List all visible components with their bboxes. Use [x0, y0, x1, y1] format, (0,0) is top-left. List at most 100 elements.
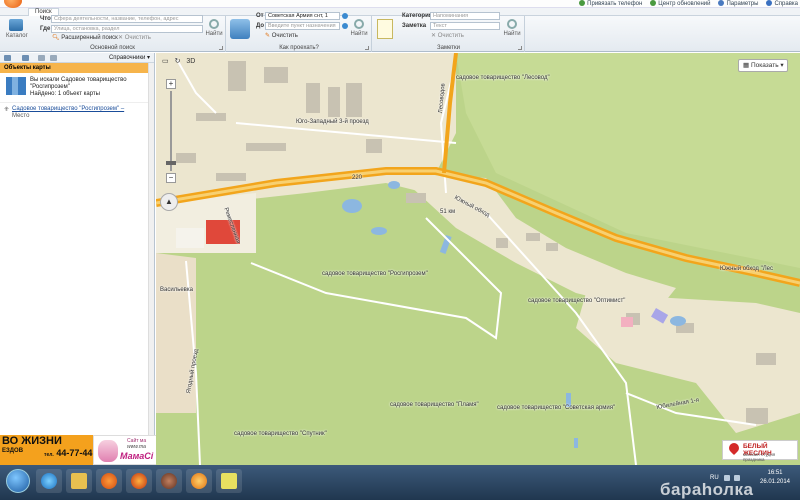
note-label: Заметка	[402, 23, 427, 29]
map-view[interactable]: ▭ ↻ 3D + − ▲ ▦ Показать ▾ садовое товари…	[156, 53, 800, 465]
magnifier-icon: 🔍︎	[52, 35, 60, 41]
map-mode-toolbar: ▭ ↻ 3D	[162, 57, 195, 69]
references-dropdown[interactable]: Справочники ▾	[109, 54, 150, 61]
route-icon[interactable]	[230, 19, 250, 39]
taskbar-app-other[interactable]	[216, 469, 242, 493]
ad-left-line: ЕЗДОВ	[2, 448, 24, 454]
taskbar-app-photo[interactable]	[156, 469, 182, 493]
label-yugo-zapadny: Юго-Западный 3-й проезд	[296, 119, 369, 125]
update-icon	[650, 0, 657, 6]
what-input[interactable]: Сфера деятельности, название, телефон, а…	[51, 15, 203, 23]
where-input[interactable]: Улица, остановка, раздел	[51, 25, 203, 33]
phone-icon	[579, 0, 586, 6]
ad-child-image	[98, 440, 118, 462]
where-label: Где	[40, 26, 51, 32]
zoom-slider-knob[interactable]	[166, 161, 176, 165]
list-item-title[interactable]: Садовое товарищество "Росгипрозем" –	[12, 106, 150, 113]
show-layers-button[interactable]: ▦ Показать ▾	[738, 59, 788, 72]
group-main-search: Каталог Что Сфера деятельности, название…	[0, 15, 226, 52]
clock[interactable]: 16:51 26.01.2014	[752, 469, 798, 487]
notes-icon	[221, 473, 237, 489]
gear-icon	[718, 0, 725, 6]
to-pin-icon[interactable]	[342, 23, 348, 29]
label-optimist: садовое товарищество "Оптимист"	[528, 298, 626, 304]
clock-date: 26.01.2014	[759, 479, 791, 485]
start-button[interactable]	[6, 469, 30, 493]
label-sputnik: садовое товарищество "Спутник"	[234, 431, 327, 437]
clear-route-button[interactable]: ✎ Очистить	[265, 32, 298, 39]
to-label: До	[256, 23, 265, 29]
from-pin-icon[interactable]	[342, 13, 348, 19]
find-search-button[interactable]: Найти	[204, 19, 224, 37]
group-title-route: Как проехать?	[279, 45, 319, 51]
ad-banner-row: ВО ЖИЗНИ ЕЗДОВ тел. 44-77-44 Сайт ма www…	[0, 435, 160, 465]
zoom-in-button[interactable]: +	[166, 79, 176, 89]
back-icon[interactable]	[4, 55, 11, 61]
3d-toggle[interactable]: 3D	[186, 58, 195, 65]
taskbar-app-2gis[interactable]	[186, 469, 212, 493]
left-panel-scrollbar[interactable]	[148, 63, 154, 435]
label-51km: 51 км	[440, 209, 456, 215]
taskbar-app-ie[interactable]	[36, 469, 62, 493]
app-logo-icon[interactable]	[4, 0, 22, 8]
link-settings[interactable]: Параметры	[718, 0, 758, 7]
label-220: 220	[352, 175, 363, 181]
group-title-main-search: Основной поиск	[90, 45, 135, 51]
link-bind-phone[interactable]: Привязать телефон	[579, 0, 642, 7]
label-rosgiprozem[interactable]: садовое товарищество "Росгипрозем"	[322, 271, 428, 277]
clear-notes-button[interactable]: ✕ Очистить	[431, 32, 464, 39]
firefox-icon	[131, 473, 147, 489]
folder-icon	[71, 473, 87, 489]
note-input[interactable]: Текст	[430, 22, 500, 30]
ad-banner-right[interactable]: Сайт ма www.ma МамаСi	[93, 435, 160, 465]
map-mode-icon[interactable]: ▭	[162, 58, 169, 65]
search-icon	[354, 19, 364, 29]
extended-search-button[interactable]: 🔍︎ Расширенный поиск	[52, 34, 118, 41]
media-icon	[101, 473, 117, 489]
map-ad-banner[interactable]: БЕЛЫЙ ЖЕСЛИН магазин-студия праздника	[722, 440, 798, 462]
category-label: Категория	[402, 13, 433, 19]
catalog-button[interactable]: Каталог	[6, 19, 28, 39]
zoom-out-button[interactable]: −	[166, 173, 176, 183]
link-help[interactable]: Справка	[766, 0, 798, 7]
group-expand-icon[interactable]	[518, 46, 522, 50]
ad-right-brand: МамаСi	[120, 451, 154, 461]
search-result-summary: Вы искали Садовое товарищество "Росгипро…	[0, 73, 154, 103]
from-input[interactable]: Советская Армия снт, 1	[265, 12, 340, 20]
top-links: Привязать телефон Центр обновлений Парам…	[579, 0, 798, 7]
result-line-1: Вы искали Садовое товарищество	[30, 77, 127, 83]
heart-icon	[726, 440, 742, 456]
catalog-icon	[9, 19, 23, 31]
print-icon[interactable]	[38, 55, 45, 61]
clear-search-button[interactable]: ✕ Очистить	[118, 34, 151, 41]
building-icon	[6, 77, 26, 95]
taskbar-app-media[interactable]	[96, 469, 122, 493]
group-expand-icon[interactable]	[365, 46, 369, 50]
category-select[interactable]: Напоминания	[430, 12, 500, 20]
search-icon	[209, 19, 219, 29]
to-input[interactable]: Введите пункт назначения	[265, 22, 340, 30]
compass-icon[interactable]: ▲	[160, 193, 178, 211]
rotate-icon[interactable]: ↻	[175, 58, 181, 65]
white-building	[176, 228, 204, 248]
taskbar-app-firefox[interactable]	[126, 469, 152, 493]
group-expand-icon[interactable]	[219, 46, 223, 50]
label-pesovod: садовое товарищество "Лесовод"	[456, 75, 550, 81]
ribbon: Каталог Что Сфера деятельности, название…	[0, 12, 800, 52]
link-update-center[interactable]: Центр обновлений	[650, 0, 710, 7]
what-label: Что	[40, 16, 51, 22]
label-yuzhny-obkhod-right: Южный обход "Лес	[720, 266, 774, 272]
find-notes-button[interactable]: Найти	[502, 19, 522, 37]
close-icon[interactable]	[50, 55, 57, 61]
ad-left-phone: тел. 44-77-44	[44, 448, 93, 458]
list-item[interactable]: ⁜ Садовое товарищество "Росгипрозем" – М…	[0, 103, 154, 120]
note-icon[interactable]	[377, 19, 393, 39]
ad-banner-left[interactable]: ВО ЖИЗНИ ЕЗДОВ тел. 44-77-44	[0, 435, 93, 465]
taskbar-app-explorer[interactable]	[66, 469, 92, 493]
zoom-slider[interactable]	[166, 91, 176, 171]
from-label: От	[256, 13, 264, 19]
find-route-button[interactable]: Найти	[349, 19, 369, 37]
app-window: Привязать телефон Центр обновлений Парам…	[0, 0, 800, 500]
forward-icon[interactable]	[22, 55, 29, 61]
label-plamya: садовое товарищество "Пламя"	[390, 402, 479, 408]
